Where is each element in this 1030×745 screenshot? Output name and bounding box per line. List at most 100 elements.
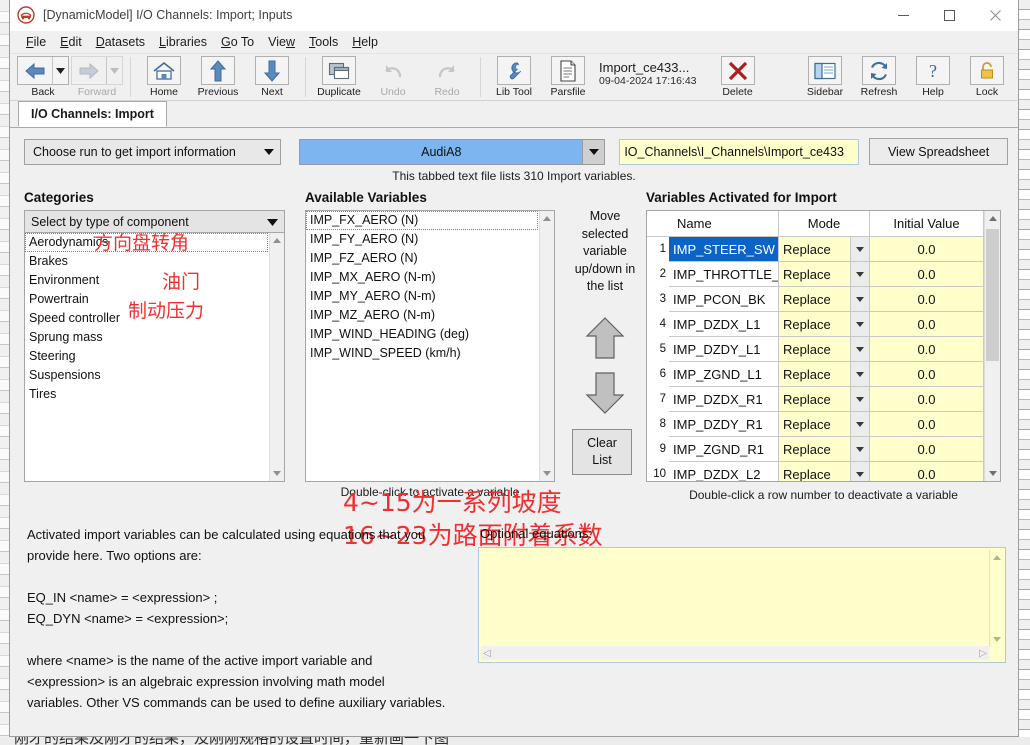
available-variable-item[interactable]: IMP_MX_AERO (N-m) [306,268,538,287]
chevron-down-icon[interactable] [851,412,870,437]
available-variable-item[interactable]: IMP_FZ_AERO (N) [306,249,538,268]
run-selector-dropdown[interactable]: AudiA8 [299,138,606,165]
row-number[interactable]: 8 [647,412,669,437]
cell-variable-name[interactable]: IMP_DZDX_L2 [669,462,779,481]
row-number[interactable]: 3 [647,287,669,312]
available-variables-scrollbar[interactable] [539,211,554,481]
cell-mode[interactable]: Replace [779,237,851,262]
table-row[interactable]: 5 IMP_DZDY_L1 Replace 0.0 [647,337,984,362]
cell-mode[interactable]: Replace [779,337,851,362]
cell-mode[interactable]: Replace [779,287,851,312]
available-variable-item[interactable]: IMP_WIND_SPEED (km/h) [306,344,538,363]
choose-run-dropdown[interactable]: Choose run to get import information [24,138,282,165]
toolbar-duplicate[interactable]: Duplicate [314,56,364,98]
cell-mode[interactable]: Replace [779,437,851,462]
cell-mode[interactable]: Replace [779,312,851,337]
toolbar-sidebar[interactable]: Sidebar [800,56,850,98]
table-row[interactable]: 10 IMP_DZDX_L2 Replace 0.0 [647,462,984,481]
scroll-down-icon[interactable] [989,632,1004,647]
cell-initial-value[interactable]: 0.0 [870,437,984,462]
toolbar-next[interactable]: Next [247,56,297,98]
activated-grid-scroll-thumb[interactable] [986,229,999,361]
cell-variable-name[interactable]: IMP_THROTTLE_ENGINE [669,262,779,287]
chevron-down-icon[interactable] [851,337,870,362]
chevron-down-icon[interactable] [851,312,870,337]
table-row[interactable]: 2IMP_THROTTLE_ENGINEReplace 0.0 [647,262,984,287]
equations-vertical-scrollbar[interactable] [989,550,1003,647]
cell-initial-value[interactable]: 0.0 [870,337,984,362]
toolbar-refresh[interactable]: Refresh [854,56,904,98]
category-item[interactable]: Steering [25,347,268,366]
cell-mode[interactable]: Replace [779,412,851,437]
activated-variables-grid[interactable]: Name Mode Initial Value 1 IMP_STEER_SW Rep… [646,210,1001,482]
toolbar-parsfile[interactable]: Parsfile [543,56,593,98]
clear-list-button[interactable]: Clear List [572,429,632,475]
row-number[interactable]: 9 [647,437,669,462]
category-item[interactable]: Sprung mass [25,328,268,347]
table-row[interactable]: 1 IMP_STEER_SW Replace 0.0 [647,237,984,262]
cell-initial-value[interactable]: 0.0 [870,312,984,337]
available-variable-item[interactable]: IMP_FY_AERO (N) [306,230,538,249]
row-number[interactable]: 4 [647,312,669,337]
cell-variable-name[interactable]: IMP_STEER_SW [669,237,779,262]
back-split[interactable] [17,56,69,85]
close-button[interactable] [972,0,1018,31]
chevron-down-icon[interactable] [851,387,870,412]
menu-help[interactable]: Help [345,33,385,51]
categories-scrollbar[interactable] [269,233,284,481]
available-variable-item[interactable]: IMP_MZ_AERO (N-m) [306,306,538,325]
move-down-button[interactable] [585,371,625,420]
cell-mode[interactable]: Replace [779,262,851,287]
category-item[interactable]: Tires [25,385,268,404]
toolbar-delete[interactable]: Delete [713,56,763,98]
row-number[interactable]: 2 [647,262,669,287]
available-variable-item[interactable]: IMP_FX_AERO (N) [306,211,538,230]
cell-initial-value[interactable]: 0.0 [870,287,984,312]
optional-equations-editor[interactable]: ◁ ▷ [478,547,1006,663]
scroll-up-icon[interactable] [270,233,285,248]
chevron-down-icon[interactable] [851,237,870,262]
chevron-down-icon[interactable] [851,262,870,287]
available-variable-item[interactable]: IMP_WIND_HEADING (deg) [306,325,538,344]
cell-initial-value[interactable]: 0.0 [870,362,984,387]
cell-initial-value[interactable]: 0.0 [870,262,984,287]
equations-horizontal-scrollbar[interactable]: ◁ ▷ [481,646,989,660]
toolbar-libtool[interactable]: Lib Tool [489,56,539,98]
row-number[interactable]: 5 [647,337,669,362]
cell-variable-name[interactable]: IMP_DZDX_L1 [669,312,779,337]
menu-view[interactable]: View [261,33,302,51]
minimize-button[interactable] [880,0,926,31]
scroll-up-icon[interactable] [985,211,1000,226]
cell-initial-value[interactable]: 0.0 [870,462,984,481]
cell-variable-name[interactable]: IMP_DZDY_R1 [669,412,779,437]
menu-tools[interactable]: Tools [302,33,345,51]
cell-variable-name[interactable]: IMP_ZGND_L1 [669,362,779,387]
toolbar-lock[interactable]: Lock [962,56,1012,98]
chevron-down-icon[interactable] [851,437,870,462]
cell-initial-value[interactable]: 0.0 [870,237,984,262]
chevron-down-icon[interactable] [851,362,870,387]
scroll-down-icon[interactable] [270,466,285,481]
scroll-down-icon[interactable] [540,466,555,481]
row-number[interactable]: 7 [647,387,669,412]
available-variable-item[interactable]: IMP_MY_AERO (N-m) [306,287,538,306]
table-row[interactable]: 4 IMP_DZDX_L1 Replace 0.0 [647,312,984,337]
view-spreadsheet-button[interactable]: View Spreadsheet [869,138,1008,165]
toolbar-help[interactable]: ? Help [908,56,958,98]
scroll-up-icon[interactable] [989,550,1004,565]
table-row[interactable]: 3 IMP_PCON_BK Replace 0.0 [647,287,984,312]
row-number[interactable]: 1 [647,237,669,262]
scroll-left-icon[interactable]: ◁ [483,648,491,659]
maximize-button[interactable] [926,0,972,31]
row-number[interactable]: 10 [647,462,669,481]
scroll-down-icon[interactable] [985,466,1000,481]
menu-file[interactable]: File [19,33,53,51]
chevron-down-icon[interactable] [851,287,870,312]
optional-equations-textarea[interactable] [481,550,1003,660]
category-item[interactable]: Suspensions [25,366,268,385]
tab-io-channels-import[interactable]: I/O Channels: Import [18,101,167,127]
cell-variable-name[interactable]: IMP_PCON_BK [669,287,779,312]
cell-variable-name[interactable]: IMP_DZDY_L1 [669,337,779,362]
toolbar-back[interactable]: Back [17,56,69,98]
cell-mode[interactable]: Replace [779,387,851,412]
